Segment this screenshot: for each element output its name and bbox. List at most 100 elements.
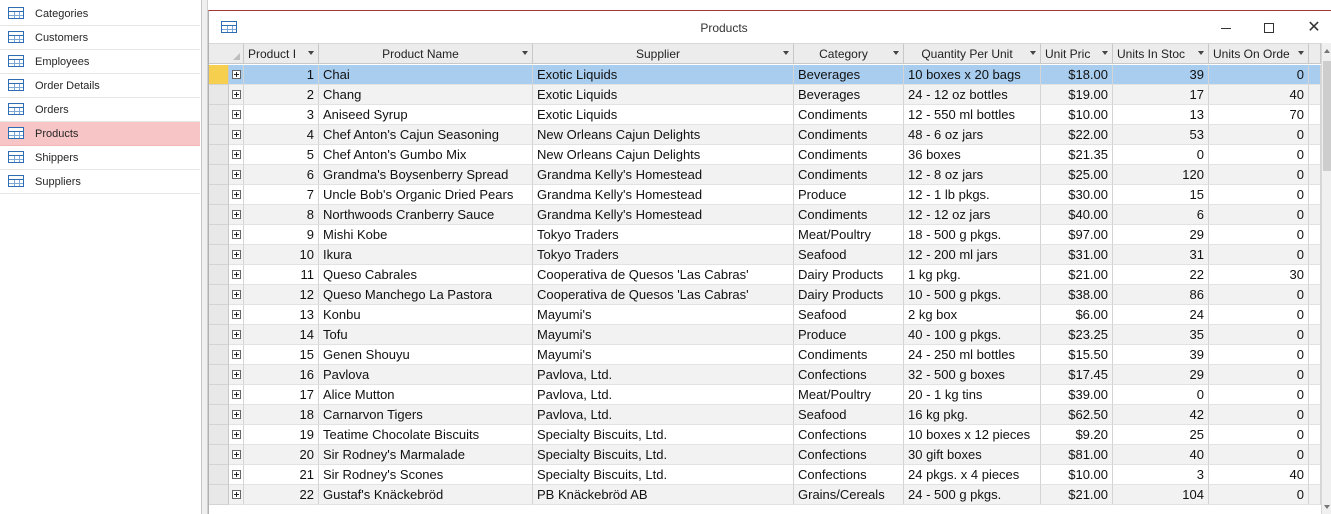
table-row[interactable]: 13 Konbu Mayumi's Seafood 2 kg box $6.00 24 0 [209,305,1321,325]
table-cell[interactable]: 0 [1209,125,1309,145]
table-cell[interactable]: 35 [1113,325,1209,345]
table-row[interactable]: 17 Alice Mutton Pavlova, Ltd. Meat/Poultry 2… [209,385,1321,405]
table-cell-partial[interactable] [1309,405,1321,425]
table-cell[interactable]: $18.00 [1041,65,1113,85]
scroll-up-icon[interactable] [1324,49,1330,53]
table-cell[interactable]: 15 [1113,185,1209,205]
table-cell[interactable]: Pavlova [319,365,533,385]
table-cell[interactable]: 0 [1209,205,1309,225]
table-cell-partial[interactable] [1309,485,1321,505]
column-header-units-in-stoc[interactable]: Units In Stoc [1113,43,1209,64]
table-cell[interactable]: 18 - 500 g pkgs. [904,225,1041,245]
table-cell[interactable]: Seafood [794,405,904,425]
table-cell[interactable]: $21.00 [1041,265,1113,285]
expand-subdatasheet-button[interactable] [229,125,244,145]
table-cell[interactable]: Seafood [794,245,904,265]
nav-item-employees[interactable]: Employees [0,50,200,74]
nav-item-categories[interactable]: Categories [0,2,200,26]
table-cell[interactable]: Specialty Biscuits, Ltd. [533,465,794,485]
expand-subdatasheet-button[interactable] [229,325,244,345]
close-button[interactable]: ✕ [1297,17,1331,39]
table-cell[interactable]: $9.20 [1041,425,1113,445]
table-cell[interactable]: 0 [1209,325,1309,345]
table-cell-partial[interactable] [1309,105,1321,125]
record-selector[interactable] [209,305,229,325]
table-cell-partial[interactable] [1309,285,1321,305]
expand-subdatasheet-button[interactable] [229,185,244,205]
column-header-units-on-orde[interactable]: Units On Orde [1209,43,1309,64]
table-row[interactable]: 7 Uncle Bob's Organic Dried Pears Grandma … [209,185,1321,205]
table-row[interactable]: 15 Genen Shouyu Mayumi's Condiments 24 - 250… [209,345,1321,365]
record-selector[interactable] [209,365,229,385]
table-cell[interactable]: 13 [1113,105,1209,125]
table-cell[interactable]: Meat/Poultry [794,225,904,245]
table-cell[interactable]: Sir Rodney's Marmalade [319,445,533,465]
table-cell[interactable]: $40.00 [1041,205,1113,225]
nav-item-orders[interactable]: Orders [0,98,200,122]
table-cell[interactable]: Beverages [794,85,904,105]
expand-subdatasheet-button[interactable] [229,485,244,505]
nav-item-customers[interactable]: Customers [0,26,200,50]
expand-subdatasheet-button[interactable] [229,305,244,325]
table-cell[interactable]: 40 [1113,445,1209,465]
record-selector[interactable] [209,405,229,425]
table-cell-partial[interactable] [1309,65,1321,85]
table-cell[interactable]: Pavlova, Ltd. [533,385,794,405]
table-row[interactable]: 5 Chef Anton's Gumbo Mix New Orleans Cajun… [209,145,1321,165]
expand-subdatasheet-button[interactable] [229,105,244,125]
table-cell[interactable]: 0 [1209,385,1309,405]
table-cell[interactable]: 25 [1113,425,1209,445]
table-cell[interactable]: 0 [1113,385,1209,405]
scroll-thumb[interactable] [1323,61,1331,171]
table-cell[interactable]: Grandma Kelly's Homestead [533,205,794,225]
expand-subdatasheet-button[interactable] [229,65,244,85]
expand-subdatasheet-button[interactable] [229,365,244,385]
table-cell[interactable]: 0 [1209,245,1309,265]
table-cell[interactable]: Specialty Biscuits, Ltd. [533,425,794,445]
expand-subdatasheet-button[interactable] [229,445,244,465]
table-cell[interactable]: 22 [244,485,319,505]
table-cell-partial[interactable] [1309,425,1321,445]
table-cell[interactable]: 104 [1113,485,1209,505]
table-cell[interactable]: Confections [794,365,904,385]
table-row[interactable]: 9 Mishi Kobe Tokyo Traders Meat/Poultry 18 -… [209,225,1321,245]
table-cell[interactable]: 10 boxes x 20 bags [904,65,1041,85]
column-header-unit-pric[interactable]: Unit Pric [1041,43,1113,64]
table-cell[interactable]: Northwoods Cranberry Sauce [319,205,533,225]
table-cell[interactable]: 12 - 550 ml bottles [904,105,1041,125]
table-cell-partial[interactable] [1309,185,1321,205]
table-cell-partial[interactable] [1309,165,1321,185]
table-cell[interactable]: 8 [244,205,319,225]
table-cell[interactable]: 16 [244,365,319,385]
table-cell[interactable]: Confections [794,425,904,445]
record-selector[interactable] [209,225,229,245]
table-cell[interactable]: 29 [1113,225,1209,245]
record-selector[interactable] [209,205,229,225]
table-row[interactable]: 10 Ikura Tokyo Traders Seafood 12 - 200 ml j… [209,245,1321,265]
record-selector[interactable] [209,465,229,485]
table-cell[interactable]: 4 [244,125,319,145]
record-selector[interactable] [209,445,229,465]
table-cell[interactable]: 0 [1209,285,1309,305]
table-cell[interactable]: Beverages [794,65,904,85]
table-cell[interactable]: 15 [244,345,319,365]
expand-subdatasheet-button[interactable] [229,465,244,485]
table-cell[interactable]: 3 [1113,465,1209,485]
table-cell-partial[interactable] [1309,445,1321,465]
table-cell[interactable]: 24 - 250 ml bottles [904,345,1041,365]
filter-dropdown-icon[interactable] [1198,51,1204,55]
expand-subdatasheet-button[interactable] [229,205,244,225]
table-cell[interactable]: 11 [244,265,319,285]
table-row[interactable]: 20 Sir Rodney's Marmalade Specialty Biscui… [209,445,1321,465]
table-cell[interactable]: Seafood [794,305,904,325]
table-cell-partial[interactable] [1309,325,1321,345]
record-selector[interactable] [209,385,229,405]
table-cell[interactable]: Genen Shouyu [319,345,533,365]
table-cell[interactable]: 32 - 500 g boxes [904,365,1041,385]
table-cell[interactable]: 39 [1113,345,1209,365]
table-cell[interactable]: 20 [244,445,319,465]
nav-item-products[interactable]: Products [0,122,200,146]
table-cell[interactable]: 10 boxes x 12 pieces [904,425,1041,445]
record-selector[interactable] [209,345,229,365]
table-cell[interactable]: Exotic Liquids [533,65,794,85]
